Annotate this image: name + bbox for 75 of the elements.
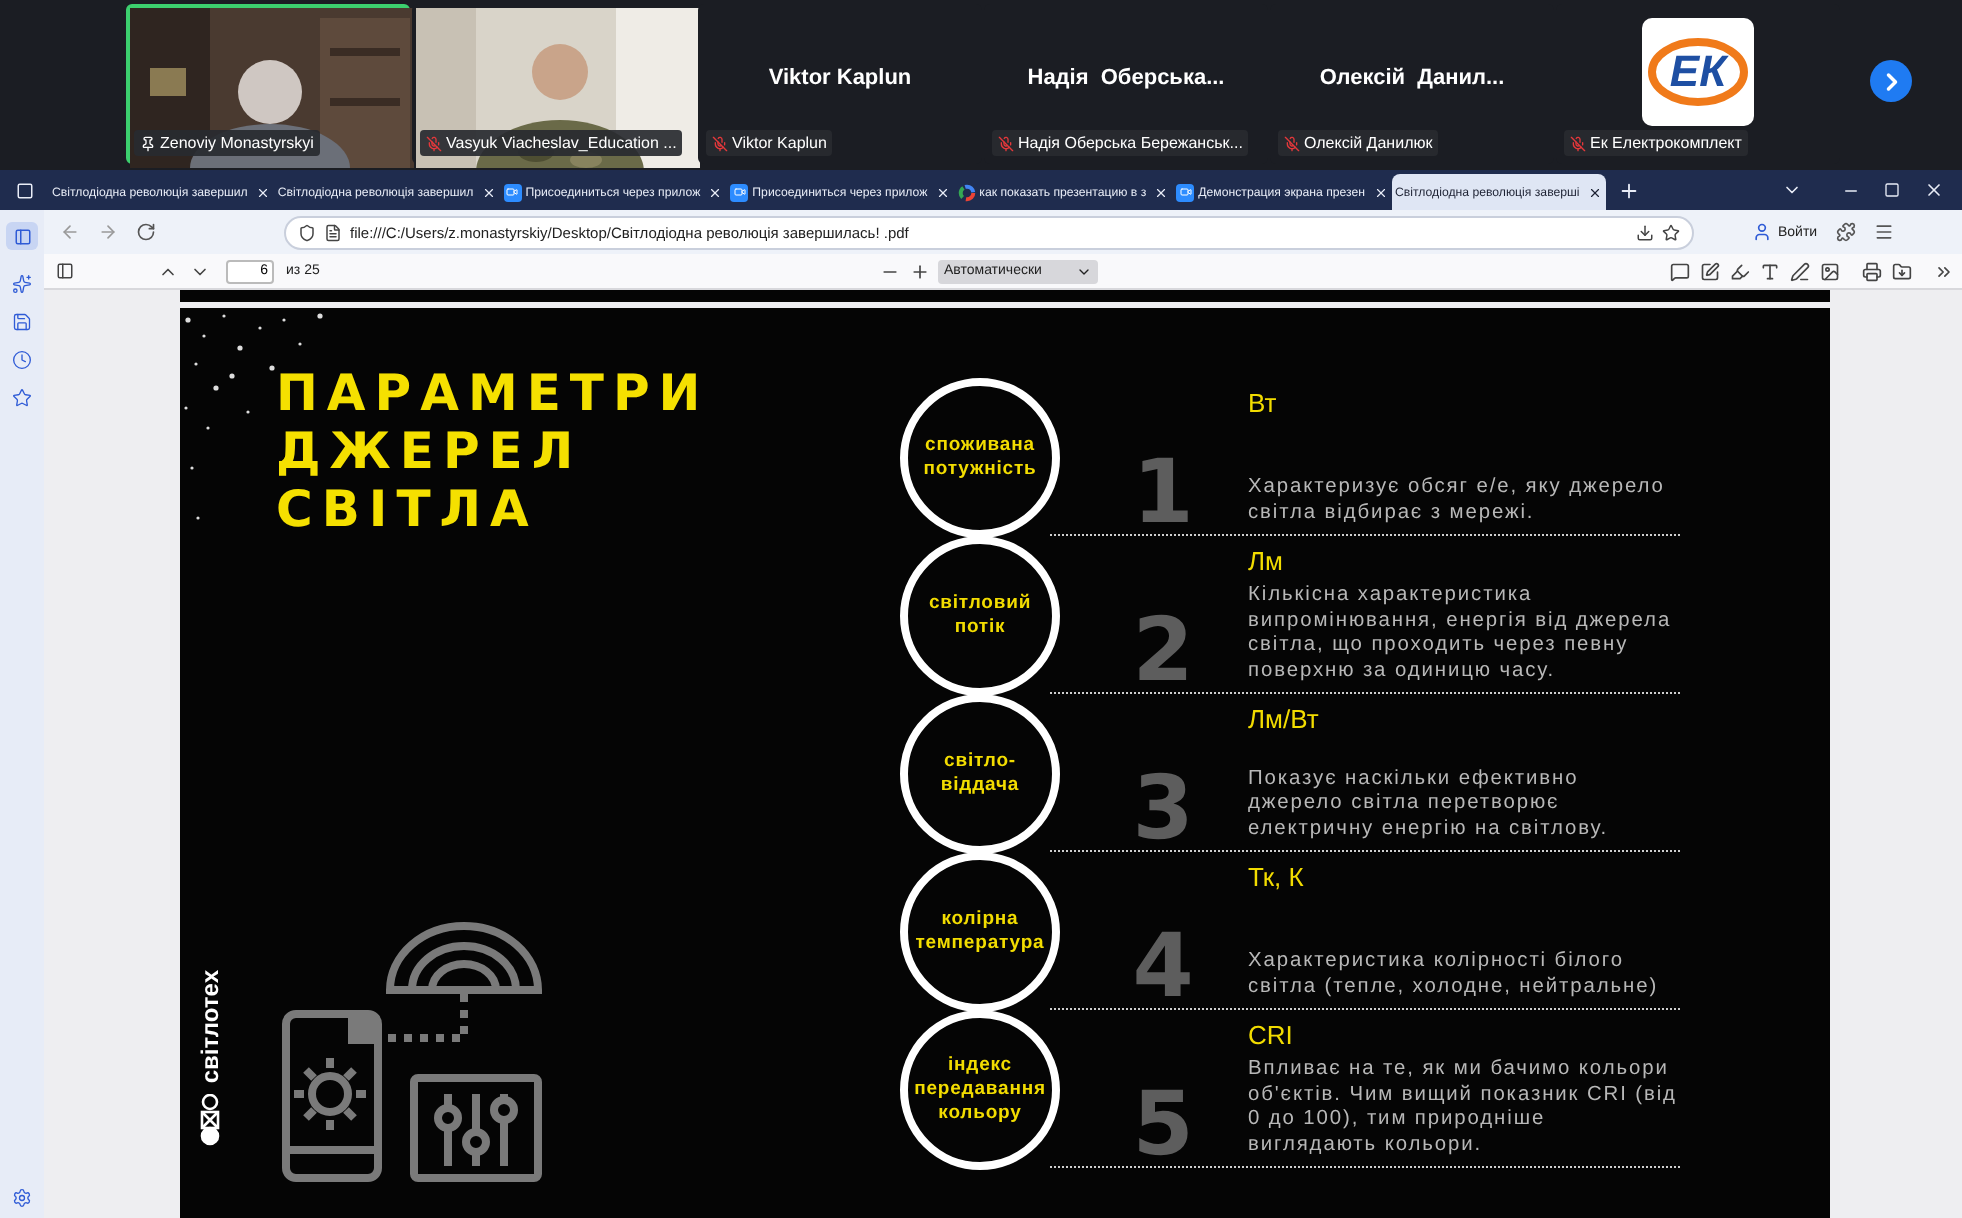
slide-title: СВІТЛА	[276, 480, 540, 538]
parameter-number: 4	[1130, 924, 1194, 1012]
back-icon[interactable]	[60, 222, 80, 242]
extensions-icon[interactable]	[1835, 222, 1856, 242]
parameter-description: Показує наскільки ефективно джерело світла перетворює електричну енергію на світлову.	[1248, 767, 1611, 842]
participant-tile[interactable]: Zenoviy Monastyrskyi	[126, 4, 410, 164]
brand-mark-icon	[200, 1094, 220, 1146]
text-icon[interactable]	[1760, 261, 1780, 281]
sparkles-icon[interactable]	[12, 274, 32, 294]
bookmark-star-icon[interactable]	[1662, 223, 1680, 241]
close-icon[interactable]	[1924, 180, 1944, 200]
close-icon[interactable]	[1587, 185, 1602, 199]
next-page-button[interactable]	[1870, 60, 1912, 102]
participant-name: Олексій Данил...	[1319, 66, 1505, 90]
parameter-unit: Тк, К	[1248, 862, 1306, 892]
parameter-name: колірна температура	[915, 907, 1045, 955]
sidebar-toggle-button[interactable]	[6, 222, 38, 250]
parameter-description: Впливає на те, як ми бачимо кольори об'єктів. Чим вищий показник CRI (від 0 до 100), тим природніше виглядають кольори.	[1248, 1058, 1679, 1158]
participant-label: Viktor Kaplun	[706, 130, 833, 156]
parameter-description: Кількісна характеристика випромінювання, енергія від джерела світла, що проходить через певну поверхню за одиницю часу.	[1248, 584, 1674, 684]
save-file-icon[interactable]	[1892, 261, 1912, 281]
video-camera-icon	[503, 183, 522, 201]
parameter-unit: Лм/Вт	[1248, 704, 1321, 734]
download-icon[interactable]	[1636, 223, 1654, 241]
slide-title: ДЖЕРЕЛ	[276, 422, 585, 480]
parameter-name: індекс передавання кольору	[914, 1053, 1046, 1125]
company-logo: ЕК	[1642, 18, 1754, 126]
history-icon[interactable]	[12, 350, 32, 370]
parameter-description: Характеристика колірності білого світла (тепле, холодне, нейтральне)	[1248, 950, 1661, 1000]
participant-name: Надія Оберська...	[1027, 66, 1225, 90]
video-camera-icon	[1176, 183, 1195, 201]
sidebar-toggle-icon[interactable]	[56, 262, 74, 280]
participant-label: Олексій Данилюк	[1278, 130, 1439, 156]
save-icon[interactable]	[12, 312, 32, 332]
settings-icon[interactable]	[12, 1188, 32, 1208]
video-camera-icon	[730, 183, 749, 201]
parameter-number: 5	[1130, 1082, 1194, 1170]
parameter-number: 3	[1130, 766, 1194, 854]
forward-icon[interactable]	[98, 222, 118, 242]
user-icon	[1752, 222, 1772, 242]
star-icon[interactable]	[12, 388, 32, 408]
parameter-name: світловий потік	[928, 591, 1032, 639]
participant-label: Ек Електрокомплект	[1564, 130, 1748, 156]
parameter-number: 2	[1130, 608, 1194, 696]
highlight-icon[interactable]	[1730, 261, 1750, 281]
reload-icon[interactable]	[136, 222, 156, 242]
parameter-unit: CRI	[1248, 1020, 1295, 1050]
slide-title: ПАРАМЕТРИ	[276, 364, 712, 422]
shield-icon[interactable]	[298, 223, 316, 241]
participant-label: Zenoviy Monastyrskyi	[134, 130, 320, 156]
participant-label: Надія Оберська Бережанськ...	[992, 130, 1249, 156]
parameter-name: споживана потужність	[923, 433, 1037, 481]
new-tab-icon[interactable]	[1617, 179, 1640, 201]
parameter-description: Характеризує обсяг е/е, яку джерело світла відбирає з мережі.	[1248, 476, 1667, 526]
participant-name: Viktor Kaplun	[768, 66, 912, 90]
parameter-unit: Вт	[1248, 388, 1279, 418]
draw-icon[interactable]	[1790, 261, 1810, 281]
maximize-icon[interactable]	[1884, 182, 1900, 198]
edit-icon[interactable]	[1700, 261, 1720, 281]
parameter-unit: Лм	[1248, 546, 1285, 576]
parameter-number: 1	[1130, 450, 1194, 538]
participant-tile[interactable]: Vasyuk Viacheslav_Education ...	[412, 4, 696, 164]
colored-ring-icon	[957, 183, 976, 201]
parameter-name: світло- віддача	[940, 749, 1020, 797]
comment-icon[interactable]	[1670, 261, 1690, 281]
more-tools-icon[interactable]	[1934, 261, 1954, 281]
menu-icon[interactable]	[1873, 222, 1894, 242]
sidebar-icon	[13, 227, 31, 245]
participant-label: Vasyuk Viacheslav_Education ...	[420, 130, 683, 156]
brand-logo-text: світлотех	[196, 970, 224, 1084]
print-icon[interactable]	[1862, 261, 1882, 281]
tab-actions-icon[interactable]	[15, 181, 33, 199]
image-icon[interactable]	[1820, 261, 1840, 281]
zoom-in-icon[interactable]	[910, 261, 930, 281]
document-icon[interactable]	[324, 223, 342, 241]
